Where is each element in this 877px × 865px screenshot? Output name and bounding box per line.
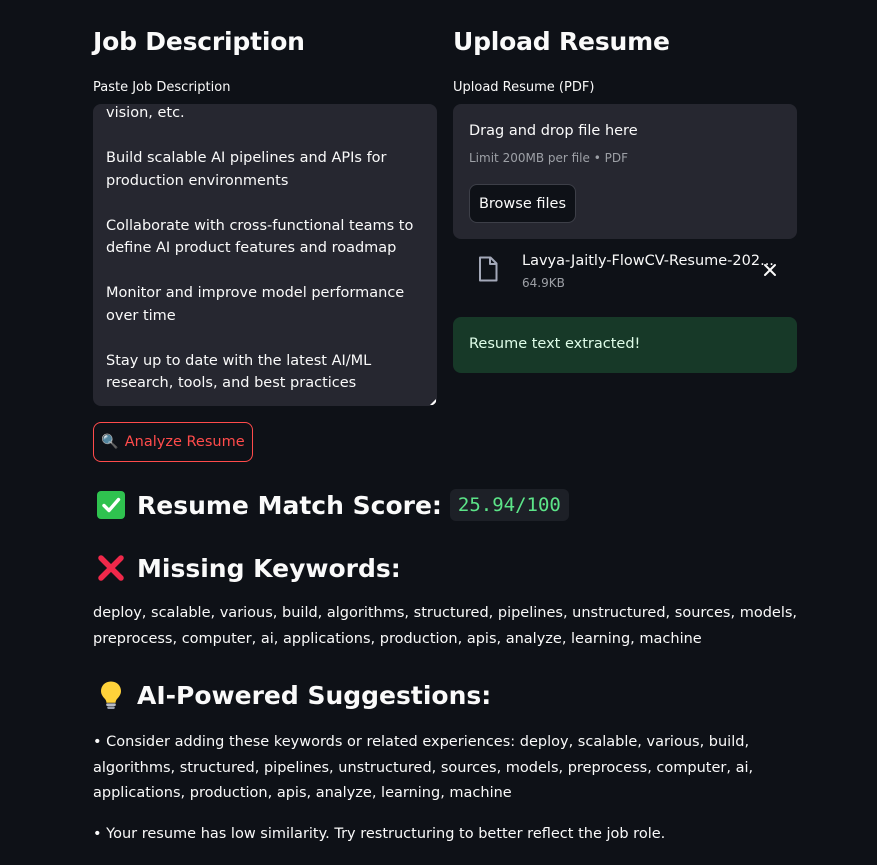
suggestions-heading: AI-Powered Suggestions: (96, 680, 491, 710)
match-score-label: Resume Match Score: (137, 490, 442, 520)
cross-icon (96, 553, 126, 583)
job-description-text[interactable]: vision, etc. Build scalable AI pipelines… (106, 104, 423, 395)
file-icon (477, 256, 499, 286)
suggestion-item: • Your resume has low similarity. Try re… (93, 826, 666, 842)
missing-keywords-label: Missing Keywords: (137, 553, 401, 583)
file-dropzone[interactable]: Drag and drop file here Limit 200MB per … (453, 104, 797, 239)
upload-resume-label: Upload Resume (PDF) (453, 80, 595, 95)
dropzone-limit: Limit 200MB per file • PDF (469, 151, 628, 165)
analyze-resume-label: Analyze Resume (124, 434, 245, 450)
search-icon: 🔍 (101, 434, 119, 450)
match-score-value: 25.94/100 (449, 489, 569, 521)
success-alert: Resume text extracted! (453, 317, 797, 373)
check-icon (96, 490, 126, 520)
job-description-textarea[interactable]: vision, etc. Build scalable AI pipelines… (93, 104, 437, 406)
upload-resume-title: Upload Resume (453, 27, 670, 56)
lightbulb-icon (96, 680, 126, 710)
file-size: 64.9KB (522, 276, 565, 290)
job-description-title: Job Description (93, 27, 305, 56)
file-name: Lavya-Jaitly-FlowCV-Resume-202... (522, 253, 774, 269)
missing-keywords-text: deploy, scalable, various, build, algori… (93, 605, 798, 647)
resize-handle[interactable] (430, 399, 436, 405)
suggestions-label: AI-Powered Suggestions: (137, 680, 492, 710)
close-icon[interactable] (762, 262, 778, 278)
job-description-label: Paste Job Description (93, 80, 231, 95)
analyze-resume-button[interactable]: 🔍 Analyze Resume (93, 422, 253, 462)
dropzone-title: Drag and drop file here (469, 123, 638, 139)
uploaded-file: Lavya-Jaitly-FlowCV-Resume-202... 64.9KB (453, 250, 797, 294)
missing-keywords-heading: Missing Keywords: (96, 553, 401, 583)
success-message: Resume text extracted! (469, 336, 641, 352)
match-score-heading: Resume Match Score: 25.94/100 (96, 489, 569, 521)
suggestion-item: • Consider adding these keywords or rela… (93, 734, 754, 801)
browse-files-button[interactable]: Browse files (469, 184, 576, 223)
app-page: Job Description Paste Job Description vi… (0, 0, 877, 865)
